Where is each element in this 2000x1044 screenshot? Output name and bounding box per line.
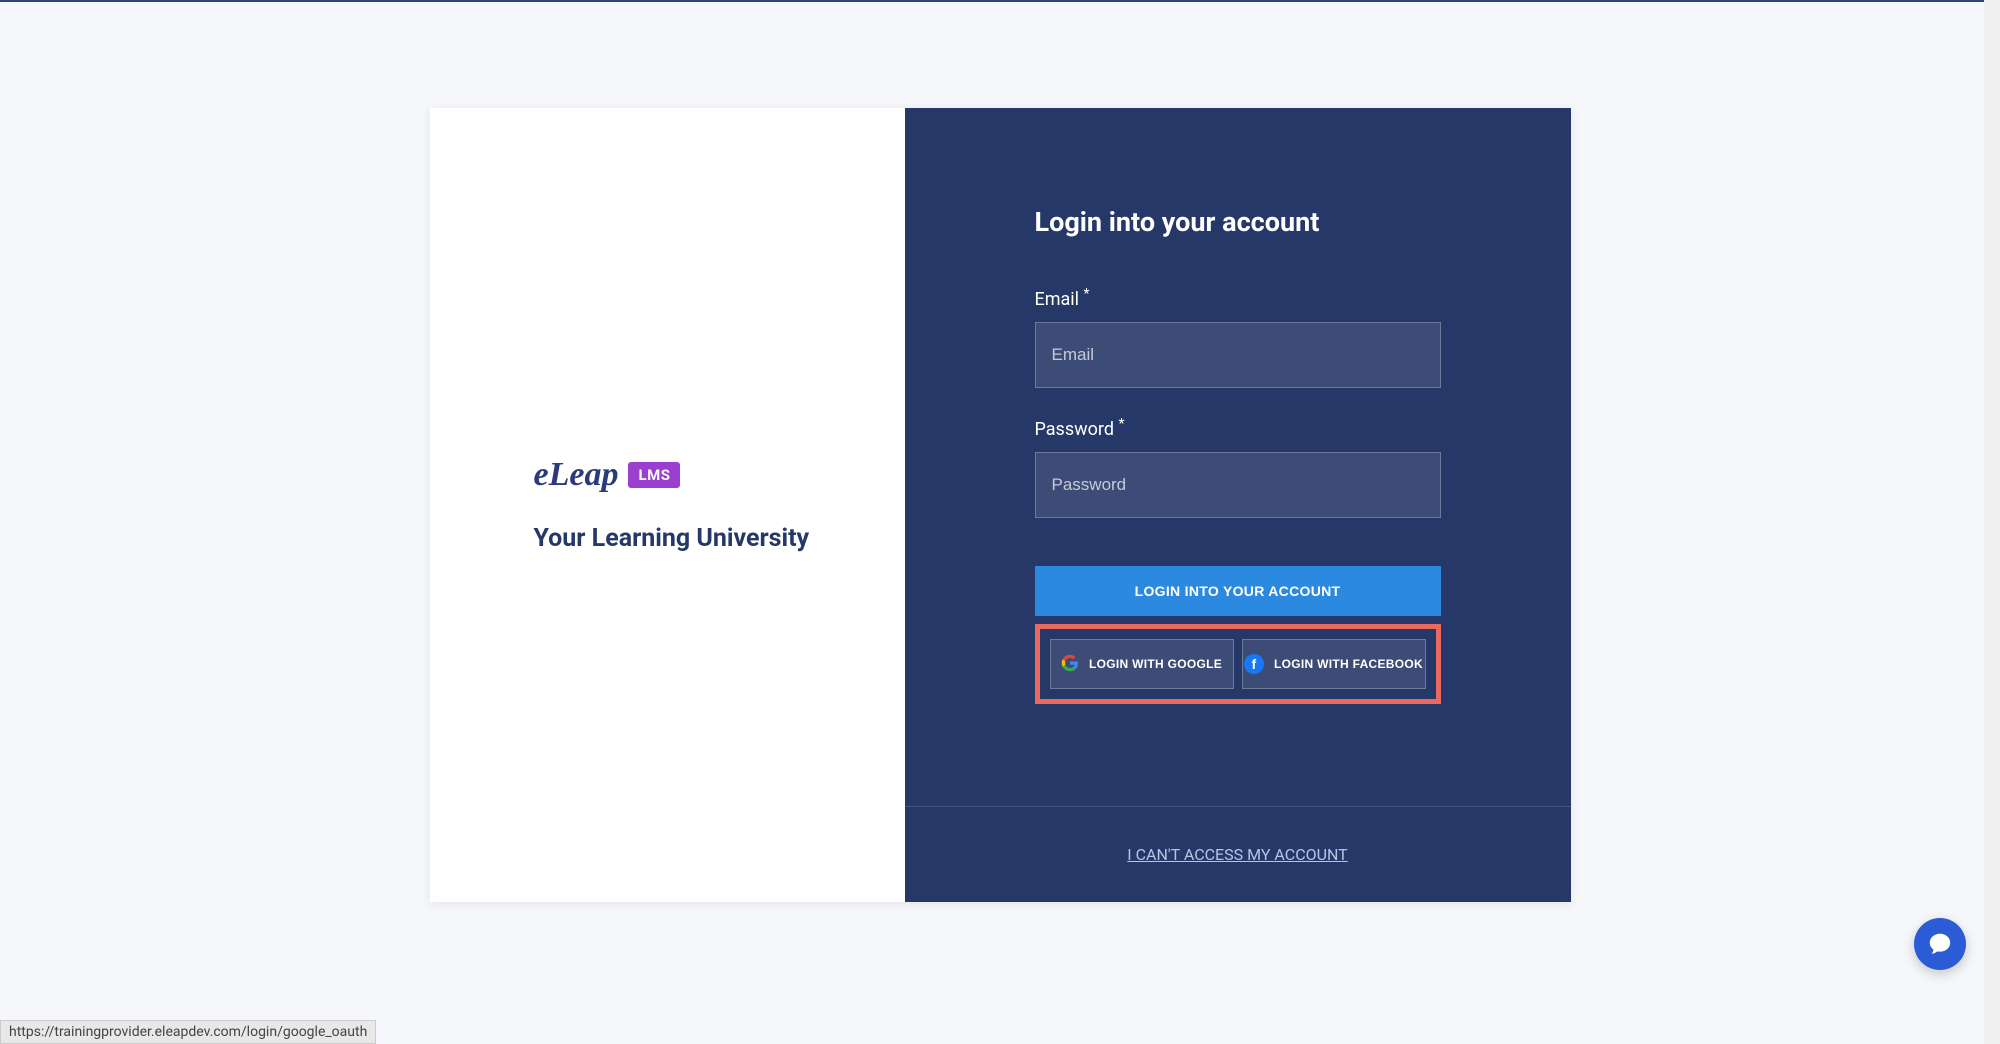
chat-icon — [1927, 931, 1953, 957]
page-container: eLeap LMS Your Learning University Login… — [0, 2, 2000, 902]
password-input[interactable] — [1035, 452, 1441, 518]
form-area: Login into your account Email * Password… — [905, 108, 1571, 806]
facebook-button-label: LOGIN WITH FACEBOOK — [1274, 657, 1423, 671]
email-label: Email * — [1035, 286, 1441, 310]
brand-panel: eLeap LMS Your Learning University — [430, 108, 905, 902]
google-button-label: LOGIN WITH GOOGLE — [1089, 657, 1222, 671]
google-icon — [1061, 654, 1079, 675]
form-heading: Login into your account — [1035, 206, 1441, 238]
login-with-google-button[interactable]: LOGIN WITH GOOGLE — [1050, 639, 1234, 689]
email-label-text: Email — [1035, 289, 1080, 310]
required-mark: * — [1084, 286, 1090, 302]
browser-status-bar: https://trainingprovider.eleapdev.com/lo… — [0, 1020, 376, 1044]
chat-widget-button[interactable] — [1914, 918, 1966, 970]
login-card: eLeap LMS Your Learning University Login… — [430, 108, 1571, 902]
facebook-icon: f — [1244, 654, 1264, 674]
email-input[interactable] — [1035, 322, 1441, 388]
form-panel: Login into your account Email * Password… — [905, 108, 1571, 902]
logo-text: eLeap — [534, 456, 619, 493]
login-button[interactable]: LOGIN INTO YOUR ACCOUNT — [1035, 566, 1441, 616]
footer-area: I CAN'T ACCESS MY ACCOUNT — [905, 806, 1571, 902]
oauth-highlight-box: LOGIN WITH GOOGLE f LOGIN WITH FACEBOOK — [1035, 624, 1441, 704]
scrollbar[interactable] — [1984, 0, 2000, 1044]
logo-wrap: eLeap LMS — [534, 456, 855, 494]
lms-badge: LMS — [628, 462, 680, 488]
brand-title: Your Learning University — [534, 524, 855, 554]
password-label: Password * — [1035, 416, 1441, 440]
password-label-text: Password — [1035, 419, 1115, 440]
eleap-logo: eLeap — [534, 456, 619, 494]
cant-access-link[interactable]: I CAN'T ACCESS MY ACCOUNT — [1127, 845, 1347, 864]
required-mark: * — [1118, 416, 1124, 432]
login-with-facebook-button[interactable]: f LOGIN WITH FACEBOOK — [1242, 639, 1426, 689]
